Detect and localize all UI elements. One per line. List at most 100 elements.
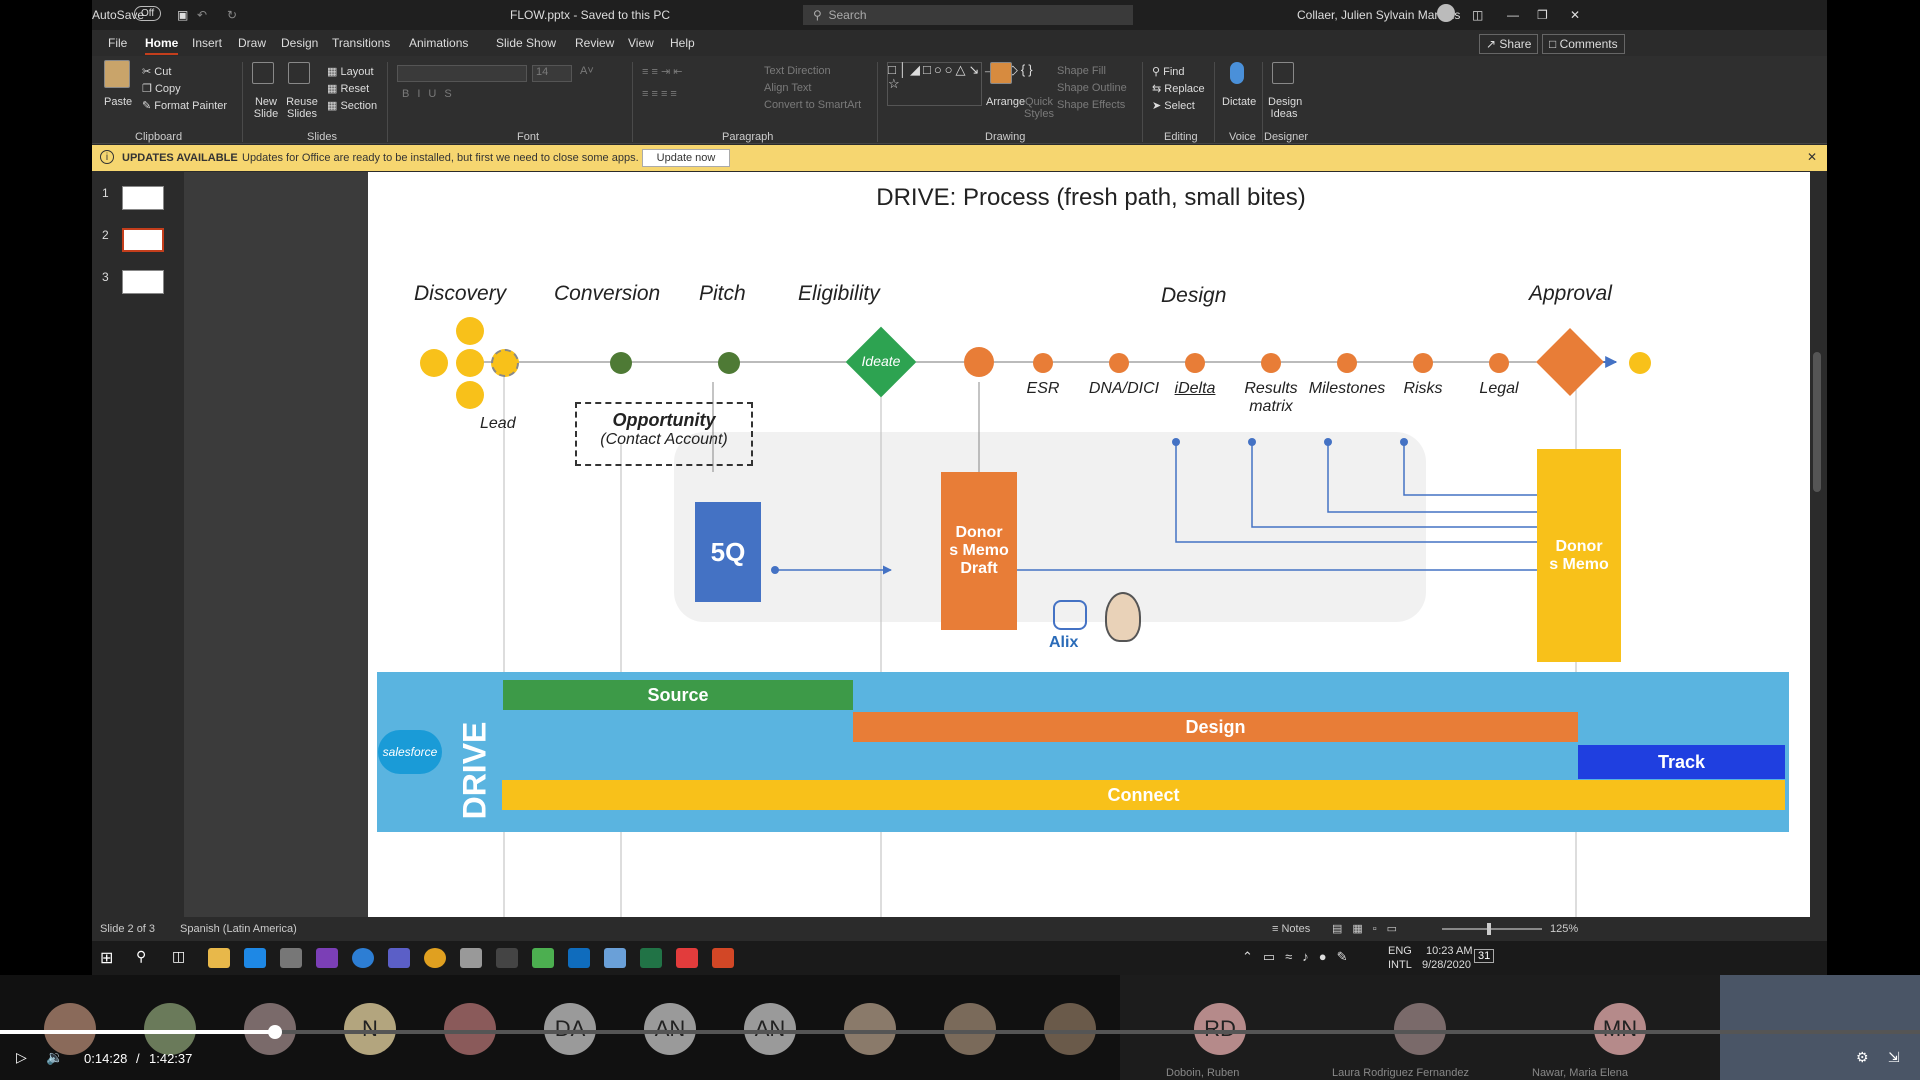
teams-icon[interactable] [388,948,410,968]
close-icon[interactable]: ✕ [1807,150,1817,164]
tab-draw[interactable]: Draw [238,36,266,50]
replace-button[interactable]: ⇆ Replace [1152,82,1205,95]
paste-icon[interactable] [104,60,130,91]
reuse-slides-button[interactable]: Reuse Slides [286,96,318,120]
avatar[interactable] [44,1003,96,1055]
update-now-button[interactable]: Update now [642,149,730,167]
zoom-slider-thumb[interactable] [1487,923,1491,935]
view-buttons[interactable]: ▤▦▫▭ [1332,922,1407,935]
clock-date[interactable]: 9/28/2020 [1422,959,1471,971]
microphone-icon[interactable] [1230,62,1244,87]
ribbon-display-icon[interactable]: ◫ [1472,8,1483,22]
tab-help[interactable]: Help [670,36,695,50]
shape-outline-button[interactable]: Shape Outline [1057,82,1127,94]
avatar[interactable]: RD [1194,1003,1246,1055]
outlook-icon[interactable] [568,948,590,968]
tab-view[interactable]: View [628,36,654,50]
layout-button[interactable]: ▦ Layout [327,65,374,78]
vertical-scrollbar[interactable] [1810,172,1824,917]
font-size-select[interactable]: 14 [532,65,572,82]
tab-file[interactable]: File [108,36,127,50]
share-button[interactable]: ↗ Share [1479,34,1539,54]
play-icon[interactable]: ▷ [16,1049,27,1066]
input-language[interactable]: ENG [1388,945,1412,957]
new-slide-button[interactable]: New Slide [250,96,282,120]
design-ideas-button[interactable]: Design Ideas [1268,96,1302,120]
avatar[interactable]: MN [1594,1003,1646,1055]
avatar[interactable] [844,1003,896,1055]
tab-insert[interactable]: Insert [192,36,222,50]
shapes-gallery[interactable]: □│◢□○○△↘→↓◇{}☆ [887,62,1033,106]
grow-font-icon[interactable]: A˅ [580,65,594,77]
reset-button[interactable]: ▦ Reset [327,82,369,95]
comments-button[interactable]: □ Comments [1542,34,1625,54]
quick-styles-button[interactable]: Quick Styles [1024,96,1054,120]
save-icon[interactable]: ▣ [177,8,188,22]
cut-button[interactable]: ✂ Cut [142,65,171,78]
progress-knob[interactable] [267,1025,282,1039]
scrollbar-thumb[interactable] [1813,352,1821,492]
align-text-button[interactable]: Align Text [764,82,812,94]
text-direction-button[interactable]: Text Direction [764,65,831,77]
avatar[interactable] [1394,1003,1446,1055]
design-ideas-icon[interactable] [1272,62,1294,87]
convert-smartart-button[interactable]: Convert to SmartArt [764,99,861,111]
tab-home[interactable]: Home [145,36,179,55]
redo-icon[interactable]: ↻ [227,8,237,22]
close-icon[interactable]: ✕ [1570,8,1580,22]
format-buttons[interactable]: BIUS [402,88,460,100]
tab-design[interactable]: Design [281,36,318,50]
zoom-slider[interactable] [1442,928,1542,930]
font-family-select[interactable] [397,65,527,82]
copy-button[interactable]: ❐ Copy [142,82,181,95]
book-icon[interactable] [280,948,302,968]
app-icon[interactable] [460,948,482,968]
language-indicator[interactable]: Spanish (Latin America) [180,923,297,935]
new-slide-icon[interactable] [252,62,274,87]
avatar[interactable]: N [344,1003,396,1055]
skype-icon[interactable] [352,948,374,968]
user-avatar[interactable] [1437,4,1455,22]
tab-transitions[interactable]: Transitions [332,36,390,50]
onenote-icon[interactable] [316,948,338,968]
app-icon[interactable] [676,948,698,968]
undo-icon[interactable]: ↶ [197,8,207,22]
paste-button[interactable]: Paste [104,96,132,108]
clock-time[interactable]: 10:23 AM [1426,945,1472,957]
find-button[interactable]: ⚲ Find [1152,65,1185,78]
slide-thumbnail-2[interactable] [122,228,164,252]
powerpoint-icon[interactable] [712,948,734,968]
terminal-icon[interactable] [496,948,518,968]
tab-slide-show[interactable]: Slide Show [496,36,556,50]
volume-icon[interactable]: 🔉 [46,1049,63,1066]
avatar[interactable] [144,1003,196,1055]
chrome-icon[interactable] [424,948,446,968]
task-view-icon[interactable]: ◫ [172,948,194,968]
excel-icon[interactable] [640,948,662,968]
restore-icon[interactable]: ❐ [1537,8,1548,22]
avatar[interactable] [944,1003,996,1055]
file-explorer-icon[interactable] [208,948,230,968]
system-tray-icons[interactable]: ⌃▭≈♪●✎ [1242,949,1358,965]
arrange-button[interactable]: Arrange [986,96,1025,108]
shape-fill-button[interactable]: Shape Fill [1057,65,1106,77]
section-button[interactable]: ▦ Section [327,99,377,112]
select-button[interactable]: ➤ Select [1152,99,1195,112]
dictate-button[interactable]: Dictate [1222,96,1256,108]
reuse-slides-icon[interactable] [288,62,310,87]
collapse-icon[interactable]: ⇲ [1888,1049,1900,1066]
tab-review[interactable]: Review [575,36,614,50]
avatar[interactable]: DA [544,1003,596,1055]
search-input[interactable]: ⚲ Search [803,5,1133,25]
notification-badge[interactable]: 31 [1474,949,1495,963]
settings-icon[interactable]: ⚙ [1856,1049,1869,1066]
user-name[interactable]: Collaer, Julien Sylvain Marinus [1297,8,1460,22]
slide-canvas[interactable]: DRIVE: Process (fresh path, small bites) [368,172,1814,917]
app-icon[interactable] [604,948,626,968]
document-title[interactable]: FLOW.pptx - Saved to this PC [510,8,670,22]
shape-effects-button[interactable]: Shape Effects [1057,99,1125,111]
app-icon[interactable] [532,948,554,968]
notes-button[interactable]: ≡ Notes [1272,923,1310,935]
align-icon[interactable]: ≡ ≡ ≡ ≡ [642,88,677,100]
video-progress-bar[interactable] [0,1025,1920,1039]
